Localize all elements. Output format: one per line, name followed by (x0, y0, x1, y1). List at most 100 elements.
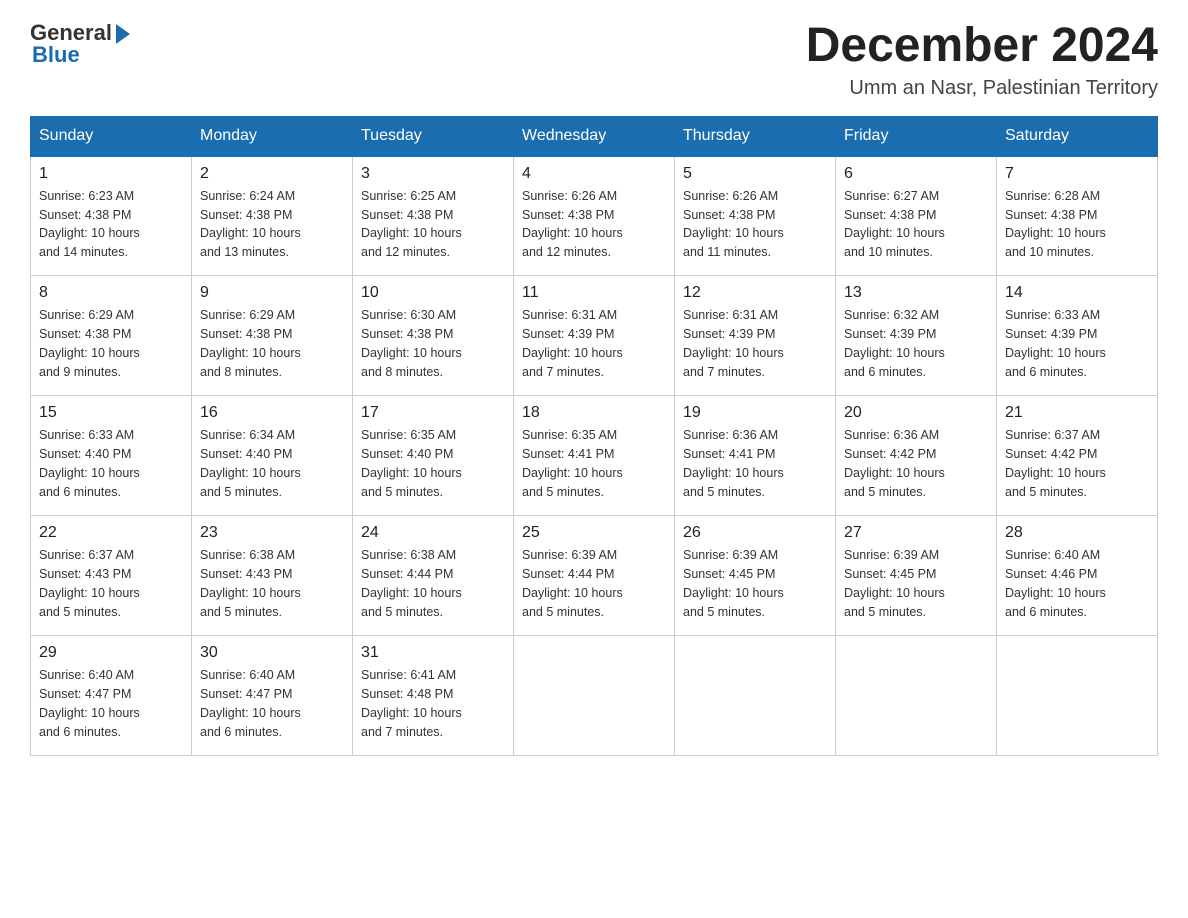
day-number: 14 (1005, 284, 1149, 302)
day-number: 27 (844, 524, 988, 542)
day-info: Sunrise: 6:40 AMSunset: 4:47 PMDaylight:… (200, 666, 344, 741)
calendar-cell: 22Sunrise: 6:37 AMSunset: 4:43 PMDayligh… (31, 516, 192, 636)
day-info: Sunrise: 6:34 AMSunset: 4:40 PMDaylight:… (200, 426, 344, 501)
calendar-week-row: 1 Sunrise: 6:23 AMSunset: 4:38 PMDaylight… (31, 156, 1158, 276)
day-number: 19 (683, 404, 827, 422)
calendar-cell: 17 Sunrise: 6:35 AMSunset: 4:40 PMDayligh… (353, 396, 514, 516)
day-number: 8 (39, 284, 183, 302)
day-number: 4 (522, 165, 666, 183)
day-info: Sunrise: 6:35 AMSunset: 4:40 PMDaylight:… (361, 426, 505, 501)
calendar-table: SundayMondayTuesdayWednesdayThursdayFrid… (30, 116, 1158, 757)
calendar-cell (514, 636, 675, 756)
calendar-cell: 29Sunrise: 6:40 AMSunset: 4:47 PMDayligh… (31, 636, 192, 756)
calendar-cell (836, 636, 997, 756)
weekday-header-thursday: Thursday (675, 116, 836, 156)
day-info: Sunrise: 6:30 AMSunset: 4:38 PMDaylight:… (361, 306, 505, 381)
day-info: Sunrise: 6:35 AMSunset: 4:41 PMDaylight:… (522, 426, 666, 501)
calendar-cell (997, 636, 1158, 756)
day-info: Sunrise: 6:26 AMSunset: 4:38 PMDaylight:… (522, 187, 666, 262)
calendar-week-row: 15Sunrise: 6:33 AMSunset: 4:40 PMDayligh… (31, 396, 1158, 516)
day-number: 22 (39, 524, 183, 542)
weekday-header-tuesday: Tuesday (353, 116, 514, 156)
weekday-header-sunday: Sunday (31, 116, 192, 156)
day-number: 11 (522, 284, 666, 302)
day-number: 25 (522, 524, 666, 542)
day-number: 13 (844, 284, 988, 302)
logo: General Blue (30, 20, 130, 68)
day-number: 23 (200, 524, 344, 542)
day-number: 7 (1005, 165, 1149, 183)
day-info: Sunrise: 6:33 AMSunset: 4:39 PMDaylight:… (1005, 306, 1149, 381)
calendar-header-row: SundayMondayTuesdayWednesdayThursdayFrid… (31, 116, 1158, 156)
day-number: 5 (683, 165, 827, 183)
calendar-cell: 23 Sunrise: 6:38 AMSunset: 4:43 PMDayligh… (192, 516, 353, 636)
day-info: Sunrise: 6:24 AMSunset: 4:38 PMDaylight:… (200, 187, 344, 262)
day-number: 29 (39, 644, 183, 662)
title-area: December 2024 Umm an Nasr, Palestinian T… (806, 20, 1158, 100)
calendar-cell: 15Sunrise: 6:33 AMSunset: 4:40 PMDayligh… (31, 396, 192, 516)
weekday-header-wednesday: Wednesday (514, 116, 675, 156)
day-info: Sunrise: 6:23 AMSunset: 4:38 PMDaylight:… (39, 187, 183, 262)
day-info: Sunrise: 6:36 AMSunset: 4:42 PMDaylight:… (844, 426, 988, 501)
day-number: 6 (844, 165, 988, 183)
day-info: Sunrise: 6:37 AMSunset: 4:42 PMDaylight:… (1005, 426, 1149, 501)
calendar-cell: 1 Sunrise: 6:23 AMSunset: 4:38 PMDaylight… (31, 156, 192, 276)
day-info: Sunrise: 6:39 AMSunset: 4:45 PMDaylight:… (844, 546, 988, 621)
day-info: Sunrise: 6:32 AMSunset: 4:39 PMDaylight:… (844, 306, 988, 381)
day-info: Sunrise: 6:38 AMSunset: 4:43 PMDaylight:… (200, 546, 344, 621)
day-info: Sunrise: 6:39 AMSunset: 4:45 PMDaylight:… (683, 546, 827, 621)
day-number: 3 (361, 165, 505, 183)
logo-arrow-icon (116, 24, 130, 44)
day-number: 21 (1005, 404, 1149, 422)
calendar-week-row: 29 Sunrise: 6:40 AMSunset: 4:47 PMDayligh… (31, 636, 1158, 756)
calendar-cell: 28Sunrise: 6:40 AMSunset: 4:46 PMDayligh… (997, 516, 1158, 636)
weekday-header-monday: Monday (192, 116, 353, 156)
calendar-cell: 26 Sunrise: 6:39 AMSunset: 4:45 PMDayligh… (675, 516, 836, 636)
calendar-week-row: 8 Sunrise: 6:29 AMSunset: 4:38 PMDaylight… (31, 276, 1158, 396)
day-info: Sunrise: 6:33 AMSunset: 4:40 PMDaylight:… (39, 426, 183, 501)
day-info: Sunrise: 6:27 AMSunset: 4:38 PMDaylight:… (844, 187, 988, 262)
day-number: 2 (200, 165, 344, 183)
page-header: General Blue December 2024 Umm an Nasr, … (30, 20, 1158, 100)
calendar-cell: 9 Sunrise: 6:29 AMSunset: 4:38 PMDaylight… (192, 276, 353, 396)
day-number: 30 (200, 644, 344, 662)
calendar-cell: 30 Sunrise: 6:40 AMSunset: 4:47 PMDayligh… (192, 636, 353, 756)
day-info: Sunrise: 6:40 AMSunset: 4:46 PMDaylight:… (1005, 546, 1149, 621)
calendar-cell: 27 Sunrise: 6:39 AMSunset: 4:45 PMDayligh… (836, 516, 997, 636)
day-info: Sunrise: 6:29 AMSunset: 4:38 PMDaylight:… (200, 306, 344, 381)
day-number: 16 (200, 404, 344, 422)
day-info: Sunrise: 6:36 AMSunset: 4:41 PMDaylight:… (683, 426, 827, 501)
calendar-cell: 11 Sunrise: 6:31 AMSunset: 4:39 PMDayligh… (514, 276, 675, 396)
calendar-cell: 12Sunrise: 6:31 AMSunset: 4:39 PMDayligh… (675, 276, 836, 396)
day-info: Sunrise: 6:41 AMSunset: 4:48 PMDaylight:… (361, 666, 505, 741)
day-info: Sunrise: 6:31 AMSunset: 4:39 PMDaylight:… (522, 306, 666, 381)
calendar-cell: 8 Sunrise: 6:29 AMSunset: 4:38 PMDaylight… (31, 276, 192, 396)
day-info: Sunrise: 6:25 AMSunset: 4:38 PMDaylight:… (361, 187, 505, 262)
logo-blue-text: Blue (30, 42, 80, 68)
day-info: Sunrise: 6:38 AMSunset: 4:44 PMDaylight:… (361, 546, 505, 621)
calendar-week-row: 22Sunrise: 6:37 AMSunset: 4:43 PMDayligh… (31, 516, 1158, 636)
calendar-cell: 5 Sunrise: 6:26 AMSunset: 4:38 PMDaylight… (675, 156, 836, 276)
day-number: 10 (361, 284, 505, 302)
day-number: 9 (200, 284, 344, 302)
day-info: Sunrise: 6:39 AMSunset: 4:44 PMDaylight:… (522, 546, 666, 621)
calendar-cell: 4 Sunrise: 6:26 AMSunset: 4:38 PMDaylight… (514, 156, 675, 276)
day-number: 31 (361, 644, 505, 662)
calendar-cell: 16 Sunrise: 6:34 AMSunset: 4:40 PMDayligh… (192, 396, 353, 516)
calendar-cell: 18Sunrise: 6:35 AMSunset: 4:41 PMDayligh… (514, 396, 675, 516)
day-number: 24 (361, 524, 505, 542)
day-number: 1 (39, 165, 183, 183)
day-info: Sunrise: 6:26 AMSunset: 4:38 PMDaylight:… (683, 187, 827, 262)
weekday-header-saturday: Saturday (997, 116, 1158, 156)
month-year-title: December 2024 (806, 20, 1158, 73)
day-number: 26 (683, 524, 827, 542)
calendar-cell: 10 Sunrise: 6:30 AMSunset: 4:38 PMDayligh… (353, 276, 514, 396)
calendar-cell: 7 Sunrise: 6:28 AMSunset: 4:38 PMDaylight… (997, 156, 1158, 276)
calendar-cell (675, 636, 836, 756)
calendar-cell: 20 Sunrise: 6:36 AMSunset: 4:42 PMDayligh… (836, 396, 997, 516)
calendar-cell: 31 Sunrise: 6:41 AMSunset: 4:48 PMDayligh… (353, 636, 514, 756)
day-number: 20 (844, 404, 988, 422)
day-number: 17 (361, 404, 505, 422)
day-info: Sunrise: 6:29 AMSunset: 4:38 PMDaylight:… (39, 306, 183, 381)
day-info: Sunrise: 6:28 AMSunset: 4:38 PMDaylight:… (1005, 187, 1149, 262)
